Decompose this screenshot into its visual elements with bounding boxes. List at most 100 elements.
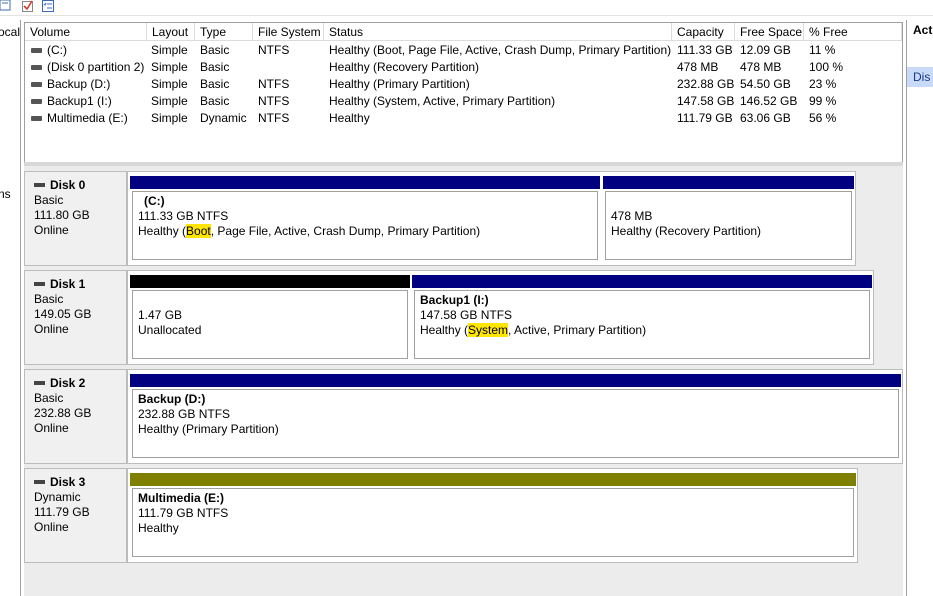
navigation-pane: ocal ns [0,20,21,596]
partition-backup[interactable]: Backup (D:) 232.88 GB NTFS Healthy (Prim… [130,374,901,460]
table-row[interactable]: Backup1 (I:) Simple Basic NTFS Healthy (… [25,93,902,110]
partition-status: Healthy (Primary Partition) [138,422,279,436]
partition-name: Multimedia (E:) [138,491,224,505]
table-row[interactable]: Multimedia (E:) Simple Dynamic NTFS Heal… [25,110,902,127]
table-row[interactable]: (Disk 0 partition 2) Simple Basic Health… [25,59,902,76]
disk-view: Disk 0 Basic 111.80 GB Online (C:) 111.3… [24,166,903,596]
volume-type: Basic [200,94,230,108]
column-header-volume[interactable]: Volume [25,23,147,41]
actions-pane: Act Dis [906,20,933,596]
column-header-layout[interactable]: Layout [147,23,195,41]
partition-size: 147.58 GB NTFS [420,308,513,322]
column-header-file-system[interactable]: File System [253,23,324,41]
disk-state: Online [34,520,69,534]
partition-name [611,194,851,209]
actions-item-disk-management[interactable]: Dis [907,67,933,87]
status-text: Healthy ( [420,323,469,337]
volume-percent-free: 99 % [809,94,837,108]
disk-label[interactable]: Disk 3 Dynamic 111.79 GB Online [24,468,127,563]
disk-size: 232.88 GB [34,406,92,420]
partition-bar [130,473,856,486]
partition-size: 232.88 GB NTFS [138,407,231,421]
table-row[interactable]: (C:) Simple Basic NTFS Healthy (Boot, Pa… [25,42,902,59]
partition-backup1[interactable]: Backup1 (I:) 147.58 GB NTFS Healthy (Sys… [412,275,872,361]
volume-layout: Simple [151,77,188,91]
disk-size: 149.05 GB [34,307,92,321]
volume-type: Basic [200,77,230,91]
volume-file-system: NTFS [258,77,290,91]
partition-bar [412,275,872,288]
column-header-capacity[interactable]: Capacity [672,23,735,41]
volume-file-system: NTFS [258,111,290,125]
disk-name: Disk 0 [50,178,86,192]
partition-recovery[interactable]: 478 MB Healthy (Recovery Partition) [603,176,854,262]
disk-type: Basic [34,292,64,306]
column-header-percent-free[interactable]: % Free [804,23,902,41]
volume-percent-free: 100 % [809,60,844,74]
volume-list[interactable]: Volume Layout Type File System Status Ca… [24,22,903,162]
nav-item-fragment[interactable]: ns [0,187,11,201]
column-header-status[interactable]: Status [324,23,672,41]
disk-partition-area: Backup (D:) 232.88 GB NTFS Healthy (Prim… [127,369,903,464]
status-text: , Page File, Active, Crash Dump, Primary… [210,224,481,238]
disk-partition-area: (C:) 111.33 GB NTFS Healthy (Boot, Page … [127,171,856,266]
volume-name: Multimedia (E:) [47,111,128,125]
volume-layout: Simple [151,43,188,57]
disk-label[interactable]: Disk 0 Basic 111.80 GB Online [24,171,127,266]
partition-status: Healthy [138,521,179,535]
disk-name: Disk 2 [50,376,86,390]
volume-name: Backup (D:) [47,77,111,91]
disk-icon [34,380,45,385]
actions-header: Act [907,23,933,41]
disk-icon [34,182,45,187]
nav-item-local[interactable]: ocal [0,25,20,39]
column-header-free-space[interactable]: Free Space [735,23,804,41]
partition-c[interactable]: (C:) 111.33 GB NTFS Healthy (Boot, Page … [130,176,600,262]
checklist-icon[interactable] [42,0,54,12]
volume-free-space: 63.06 GB [740,111,791,125]
checkmark-icon[interactable] [22,0,34,12]
partition-name: Backup1 (I:) [420,293,489,307]
table-row[interactable]: Backup (D:) Simple Basic NTFS Healthy (P… [25,76,902,93]
partition-bar [130,374,901,387]
disk-state: Online [34,322,69,336]
partition-unallocated[interactable]: 1.47 GB Unallocated [130,275,410,361]
volume-status: Healthy (Boot, Page File, Active, Crash … [329,43,672,57]
column-header-type[interactable]: Type [195,23,253,41]
disk-label[interactable]: Disk 1 Basic 149.05 GB Online [24,270,127,365]
partition-size: 111.79 GB NTFS [138,506,229,520]
volume-free-space: 478 MB [740,60,782,74]
partition-body: Backup (D:) 232.88 GB NTFS Healthy (Prim… [132,389,899,458]
disk-type: Basic [34,391,64,405]
partition-name: Backup (D:) [138,392,206,406]
volume-capacity: 147.58 GB [677,94,735,108]
partition-name [138,293,407,308]
volume-percent-free: 23 % [809,77,837,91]
partition-status: Unallocated [138,323,202,337]
disk-label[interactable]: Disk 2 Basic 232.88 GB Online [24,369,127,464]
disk-name: Disk 3 [50,475,86,489]
drive-icon [31,82,42,87]
volume-type: Basic [200,43,230,57]
volume-file-system: NTFS [258,43,290,57]
volume-status: Healthy [329,111,370,125]
disk-partition-area: Multimedia (E:) 111.79 GB NTFS Healthy [127,468,858,563]
partition-multimedia[interactable]: Multimedia (E:) 111.79 GB NTFS Healthy [130,473,856,559]
volume-name: (Disk 0 partition 2) [47,60,145,74]
volume-type: Basic [200,60,230,74]
disk-name: Disk 1 [50,277,86,291]
volume-name: Backup1 (I:) [47,94,112,108]
status-text: , Active, Primary Partition) [508,323,647,337]
disk-name-row: Disk 0 [34,178,126,193]
status-highlight: Boot [186,224,211,238]
partition-body: Backup1 (I:) 147.58 GB NTFS Healthy (Sys… [414,290,870,359]
properties-icon[interactable] [0,0,12,12]
volume-file-system: NTFS [258,94,290,108]
volume-name: (C:) [47,43,67,57]
partition-size: 1.47 GB [138,308,183,322]
volume-status: Healthy (Primary Partition) [329,77,470,91]
disk-size: 111.80 GB [34,208,90,222]
volume-percent-free: 56 % [809,111,837,125]
disk-state: Online [34,421,69,435]
partition-bar [130,275,410,288]
